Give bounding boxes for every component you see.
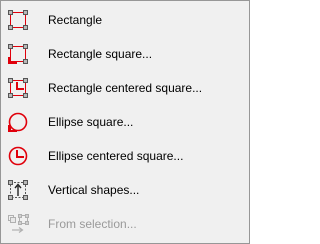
ellipse-square-icon (6, 110, 30, 134)
vertical-shapes-icon (6, 178, 30, 202)
menu-item-label: Ellipse centered square... (48, 149, 184, 163)
rectangle-icon (6, 8, 30, 32)
rectangle-square-icon (6, 42, 30, 66)
menu-item-ellipse-square[interactable]: Ellipse square... (1, 105, 249, 139)
menu-item-label: Vertical shapes... (48, 183, 140, 197)
menu-item-label: Rectangle centered square... (48, 81, 203, 95)
from-selection-icon (6, 212, 30, 236)
menu-item-label: Rectangle square... (48, 47, 153, 61)
menu-item-from-selection[interactable]: From selection... (1, 207, 249, 241)
menu-item-label: From selection... (48, 217, 137, 231)
menu-item-label: Ellipse square... (48, 115, 134, 129)
menu-item-vertical-shapes[interactable]: Vertical shapes... (1, 173, 249, 207)
menu-item-label: Rectangle (48, 13, 103, 27)
shapes-context-menu: Rectangle Rectangle square... Rectangle … (0, 0, 250, 244)
menu-item-rectangle[interactable]: Rectangle (1, 3, 249, 37)
menu-item-rectangle-centered-square[interactable]: Rectangle centered square... (1, 71, 249, 105)
menu-item-ellipse-centered-square[interactable]: Ellipse centered square... (1, 139, 249, 173)
ellipse-centered-square-icon (6, 144, 30, 168)
rectangle-centered-square-icon (6, 76, 30, 100)
menu-item-rectangle-square[interactable]: Rectangle square... (1, 37, 249, 71)
